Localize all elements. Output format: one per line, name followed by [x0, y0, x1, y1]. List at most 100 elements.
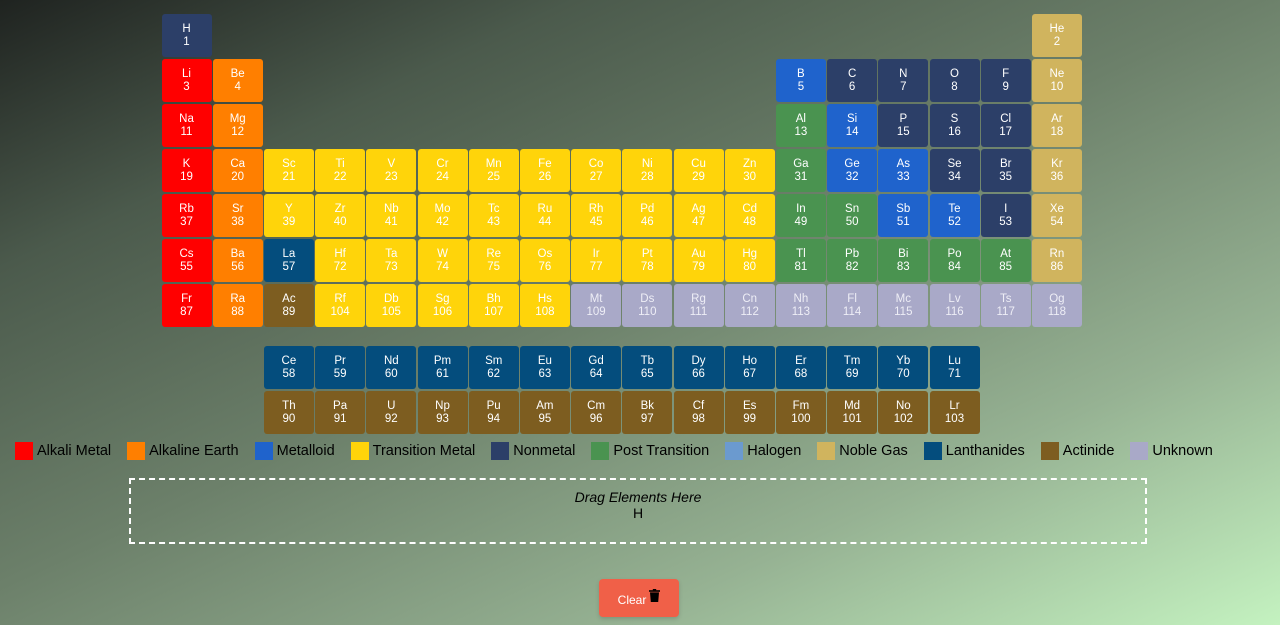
element-h[interactable]: H1: [161, 14, 212, 57]
element-sn[interactable]: Sn 50: [827, 194, 878, 237]
element-sm[interactable]: Sm 62: [468, 346, 519, 389]
element-pu[interactable]: Pu 94: [468, 391, 519, 434]
element-es[interactable]: Es 99: [724, 391, 775, 434]
element-na[interactable]: Na 11: [161, 104, 212, 147]
element-ho[interactable]: Ho 67: [724, 346, 775, 389]
element-c[interactable]: C6: [827, 59, 878, 102]
element-sc[interactable]: Sc 21: [263, 149, 314, 192]
element-bk[interactable]: Bk 97: [622, 391, 673, 434]
element-rn[interactable]: Rn 86: [1031, 239, 1082, 282]
element-cs[interactable]: Cs 55: [161, 239, 212, 282]
element-cr[interactable]: Cr 24: [417, 149, 468, 192]
element-xe[interactable]: Xe 54: [1031, 194, 1082, 237]
element-sr[interactable]: Sr 38: [212, 194, 263, 237]
element-tc[interactable]: Tc 43: [468, 194, 519, 237]
element-mt[interactable]: Mt 109: [571, 284, 622, 327]
element-zn[interactable]: Zn 30: [724, 149, 775, 192]
element-pb[interactable]: Pb 82: [827, 239, 878, 282]
element-au[interactable]: Au 79: [673, 239, 724, 282]
element-hg[interactable]: Hg 80: [724, 239, 775, 282]
element-cf[interactable]: Cf 98: [673, 391, 724, 434]
element-cd[interactable]: Cd 48: [724, 194, 775, 237]
element-hs[interactable]: Hs 108: [519, 284, 570, 327]
element-w[interactable]: W 74: [417, 239, 468, 282]
element-yb[interactable]: Yb 70: [878, 346, 929, 389]
element-rg[interactable]: Rg 111: [673, 284, 724, 327]
element-po[interactable]: Po 84: [929, 239, 980, 282]
element-lv[interactable]: Lv 116: [929, 284, 980, 327]
element-n[interactable]: N7: [878, 59, 929, 102]
element-ta[interactable]: Ta 73: [366, 239, 417, 282]
element-as[interactable]: As 33: [878, 149, 929, 192]
element-fe[interactable]: Fe 26: [519, 149, 570, 192]
element-at[interactable]: At 85: [980, 239, 1031, 282]
element-dy[interactable]: Dy 66: [673, 346, 724, 389]
element-pa[interactable]: Pa 91: [315, 391, 366, 434]
element-si[interactable]: Si 14: [827, 104, 878, 147]
element-ca[interactable]: Ca 20: [212, 149, 263, 192]
element-u[interactable]: U 92: [366, 391, 417, 434]
element-pm[interactable]: Pm 61: [417, 346, 468, 389]
element-fl[interactable]: Fl 114: [827, 284, 878, 327]
element-sb[interactable]: Sb 51: [878, 194, 929, 237]
element-ne[interactable]: Ne 10: [1031, 59, 1082, 102]
element-tb[interactable]: Tb 65: [622, 346, 673, 389]
element-f[interactable]: F9: [980, 59, 1031, 102]
element-fr[interactable]: Fr 87: [161, 284, 212, 327]
element-ba[interactable]: Ba 56: [212, 239, 263, 282]
element-ra[interactable]: Ra 88: [212, 284, 263, 327]
element-tl[interactable]: Tl 81: [775, 239, 826, 282]
element-ds[interactable]: Ds 110: [622, 284, 673, 327]
element-ar[interactable]: Ar 18: [1031, 104, 1082, 147]
element-sg[interactable]: Sg 106: [417, 284, 468, 327]
element-ti[interactable]: Ti 22: [315, 149, 366, 192]
element-og[interactable]: Og 118: [1031, 284, 1082, 327]
element-fm[interactable]: Fm 100: [775, 391, 826, 434]
element-co[interactable]: Co 27: [571, 149, 622, 192]
element-o[interactable]: O8: [929, 59, 980, 102]
element-ce[interactable]: Ce 58: [263, 346, 314, 389]
element-no[interactable]: No 102: [878, 391, 929, 434]
clear-button[interactable]: Clear: [599, 579, 679, 617]
element-be[interactable]: Be 4: [212, 59, 263, 102]
element-rh[interactable]: Rh 45: [571, 194, 622, 237]
element-b[interactable]: B5: [775, 59, 826, 102]
element-lu[interactable]: Lu 71: [929, 346, 980, 389]
element-cu[interactable]: Cu 29: [673, 149, 724, 192]
element-ag[interactable]: Ag 47: [673, 194, 724, 237]
element-db[interactable]: Db 105: [366, 284, 417, 327]
element-nh[interactable]: Nh 113: [775, 284, 826, 327]
element-bh[interactable]: Bh 107: [468, 284, 519, 327]
element-he[interactable]: He 2: [1031, 14, 1082, 57]
element-k[interactable]: K 19: [161, 149, 212, 192]
element-ga[interactable]: Ga 31: [775, 149, 826, 192]
element-cl[interactable]: Cl 17: [980, 104, 1031, 147]
element-li[interactable]: Li 3: [161, 59, 212, 102]
element-la[interactable]: La 57: [263, 239, 314, 282]
element-p[interactable]: P 15: [878, 104, 929, 147]
element-cn[interactable]: Cn 112: [724, 284, 775, 327]
element-kr[interactable]: Kr 36: [1031, 149, 1082, 192]
element-bi[interactable]: Bi 83: [878, 239, 929, 282]
element-er[interactable]: Er 68: [775, 346, 826, 389]
element-ac[interactable]: Ac 89: [263, 284, 314, 327]
element-mn[interactable]: Mn 25: [468, 149, 519, 192]
element-eu[interactable]: Eu 63: [519, 346, 570, 389]
element-al[interactable]: Al 13: [775, 104, 826, 147]
element-rf[interactable]: Rf 104: [315, 284, 366, 327]
element-mg[interactable]: Mg 12: [212, 104, 263, 147]
element-i[interactable]: I 53: [980, 194, 1031, 237]
element-pt[interactable]: Pt 78: [622, 239, 673, 282]
element-th[interactable]: Th 90: [263, 391, 314, 434]
element-mo[interactable]: Mo 42: [417, 194, 468, 237]
element-tm[interactable]: Tm 69: [827, 346, 878, 389]
element-br[interactable]: Br 35: [980, 149, 1031, 192]
element-rb[interactable]: Rb 37: [161, 194, 212, 237]
element-lr[interactable]: Lr 103: [929, 391, 980, 434]
element-np[interactable]: Np 93: [417, 391, 468, 434]
element-v[interactable]: V 23: [366, 149, 417, 192]
element-se[interactable]: Se 34: [929, 149, 980, 192]
element-pd[interactable]: Pd 46: [622, 194, 673, 237]
element-ru[interactable]: Ru 44: [519, 194, 570, 237]
element-nb[interactable]: Nb 41: [366, 194, 417, 237]
